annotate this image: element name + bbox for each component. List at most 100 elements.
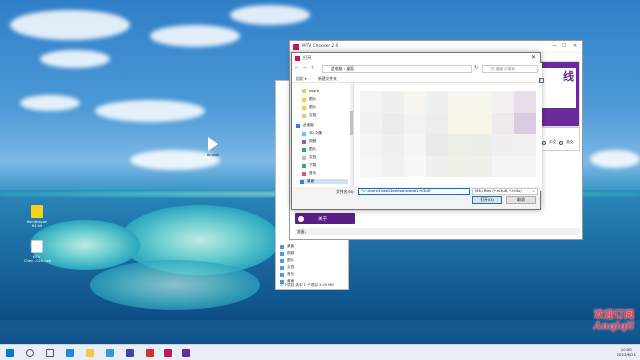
watermark-line2: Anqiqii — [593, 321, 634, 332]
desktop-icon — [300, 179, 304, 184]
desktop-icon-video[interactable]: Anqiqii — [200, 137, 226, 157]
media-player-icon[interactable] — [146, 349, 154, 357]
clock[interactable]: 10:00 2023/6/21 — [617, 347, 636, 357]
chevron-down-icon: ⌄ — [531, 189, 535, 193]
nav-item-documents[interactable]: 文档 — [302, 113, 316, 118]
folder-icon — [302, 97, 306, 102]
picture-icon — [302, 147, 306, 152]
folder-icon — [302, 113, 306, 118]
watermark: 欢迎订阅 Anqiqii — [594, 306, 634, 332]
open-button[interactable]: 打开(O) — [472, 196, 502, 204]
taskbar: 10:00 2023/6/21 — [0, 344, 640, 360]
dialog-titlebar: 打开 — [292, 53, 540, 63]
3d-icon — [302, 131, 306, 136]
open-file-dialog: 打开 ✕ ← → ↑ 此电脑 › 桌面 ↻ 在 桌面 中搜索 组织 ▾ 新建文件… — [291, 52, 544, 210]
blurred-file-area — [360, 91, 536, 177]
desktop-icon-label: MTV-Chec...020.0eb — [24, 255, 52, 263]
pc-icon — [296, 123, 300, 128]
app-icon — [31, 205, 43, 218]
forward-icon[interactable]: → — [303, 66, 307, 71]
minimize-icon[interactable]: — — [552, 43, 557, 49]
doc-icon — [31, 240, 43, 253]
explorer-item[interactable]: 文档 — [280, 265, 294, 270]
filename-row: 文件名(N): "C:\Users\Fuwp\Desktop\sdsdd1.m3… — [292, 186, 542, 196]
terminal-icon[interactable] — [126, 349, 134, 357]
play-icon — [208, 137, 218, 151]
desktop-icon-label: Rombrayoh 64 bit — [26, 220, 48, 228]
cancel-button[interactable]: 取消 — [506, 196, 536, 204]
doc-icon — [302, 155, 306, 160]
address-bar[interactable]: 此电脑 › 桌面 — [322, 64, 472, 73]
option-panel: 中文 英文 — [538, 127, 580, 151]
filename-label: 文件名(N): — [336, 189, 355, 194]
explorer-item[interactable]: 音乐 — [280, 272, 294, 277]
radio-label: 英文 — [566, 140, 574, 144]
download-icon — [302, 163, 306, 168]
app-status-bar: 准备。 — [295, 228, 580, 235]
nav-scrollbar[interactable] — [350, 83, 353, 187]
about-button[interactable]: 关于 — [295, 213, 355, 224]
app-banner: 线 — [538, 61, 580, 127]
folder-icon — [280, 265, 284, 270]
nav-item-docs-2[interactable]: 文档 — [302, 155, 316, 160]
search-input[interactable]: 在 桌面 中搜索 — [482, 64, 538, 73]
info-icon — [298, 215, 304, 222]
app-logo-icon — [293, 43, 299, 50]
edge-icon[interactable] — [66, 349, 74, 357]
folder-icon — [302, 89, 306, 93]
store-icon[interactable] — [106, 349, 114, 357]
explorer-item[interactable]: 图片 — [280, 258, 294, 263]
close-icon[interactable]: ✕ — [531, 54, 536, 61]
dialog-toolbar: 组织 ▾ 新建文件夹 ? — [292, 74, 544, 84]
close-icon[interactable]: ✕ — [573, 43, 577, 49]
music-icon — [302, 171, 306, 176]
desktop-icon-label: Anqiqii — [206, 153, 220, 157]
refresh-icon[interactable]: ↻ — [474, 65, 478, 71]
maximize-icon[interactable]: ☐ — [562, 43, 566, 49]
watermark-line1: 欢迎订阅 — [594, 310, 634, 321]
file-list-pane — [354, 83, 542, 187]
date: 2023/6/21 — [616, 352, 636, 357]
nav-item-pictures-3[interactable]: 图片 — [302, 147, 316, 152]
nav-item-music[interactable]: 音乐 — [302, 171, 316, 176]
desktop-icon-doc[interactable]: MTV-Chec...020.0eb — [24, 240, 52, 263]
folder-icon — [280, 244, 284, 249]
video-icon — [302, 139, 306, 144]
folder-icon — [280, 272, 284, 277]
nav-item-downloads[interactable]: 下载 — [302, 163, 316, 168]
nav-item-share[interactable]: share — [302, 89, 319, 93]
navigation-pane: share 图片 图片 文档 此电脑 3D 对象 视频 图片 文档 下载 音乐 … — [292, 83, 354, 187]
nav-item-3d[interactable]: 3D 对象 — [302, 131, 322, 136]
file-explorer-icon[interactable] — [86, 349, 94, 357]
folder-icon — [302, 105, 306, 110]
explorer-item[interactable]: 视频 — [280, 251, 294, 256]
nav-item-desktop[interactable]: 桌面 — [300, 179, 348, 184]
nav-item-pictures-2[interactable]: 图片 — [302, 105, 316, 110]
nav-item-videos[interactable]: 视频 — [302, 139, 316, 144]
new-folder-button[interactable]: 新建文件夹 — [318, 76, 337, 82]
radio-chinese[interactable] — [542, 140, 546, 145]
filename-input[interactable]: "C:\Users\Fuwp\Desktop\sdsdd1.m3u8" — [358, 188, 470, 195]
checker-taskbar-icon[interactable] — [182, 349, 190, 357]
dialog-title: 打开 — [303, 55, 312, 60]
nav-item-pictures[interactable]: 图片 — [302, 97, 316, 102]
back-icon[interactable]: ← — [295, 66, 299, 71]
task-view-icon[interactable] — [46, 349, 54, 357]
desktop-icon-app[interactable]: Rombrayoh 64 bit — [24, 205, 50, 228]
explorer-item[interactable]: 桌面 — [280, 244, 294, 249]
up-icon[interactable]: ↑ — [311, 66, 315, 71]
nav-item-this-pc[interactable]: 此电脑 — [296, 123, 314, 128]
organize-button[interactable]: 组织 ▾ — [296, 76, 307, 82]
start-icon[interactable] — [6, 349, 14, 357]
scroll-thumb[interactable] — [350, 111, 353, 135]
app-logo-icon — [295, 55, 300, 61]
file-type-select[interactable]: M3u files (*.m3u8, *.m3u) ⌄ — [472, 188, 538, 195]
folder-icon — [280, 251, 284, 256]
radio-english[interactable] — [559, 140, 564, 145]
app-title: MTV Checker 2.0 — [302, 44, 339, 49]
explorer-status: 2 个项目 选中 1 个项目 3.09 MB — [280, 283, 334, 287]
app-taskbar-icon[interactable] — [164, 349, 172, 357]
address-row: ← → ↑ 此电脑 › 桌面 ↻ 在 桌面 中搜索 — [292, 63, 542, 74]
search-icon[interactable] — [26, 349, 34, 357]
banner-text: 线 — [542, 68, 576, 108]
